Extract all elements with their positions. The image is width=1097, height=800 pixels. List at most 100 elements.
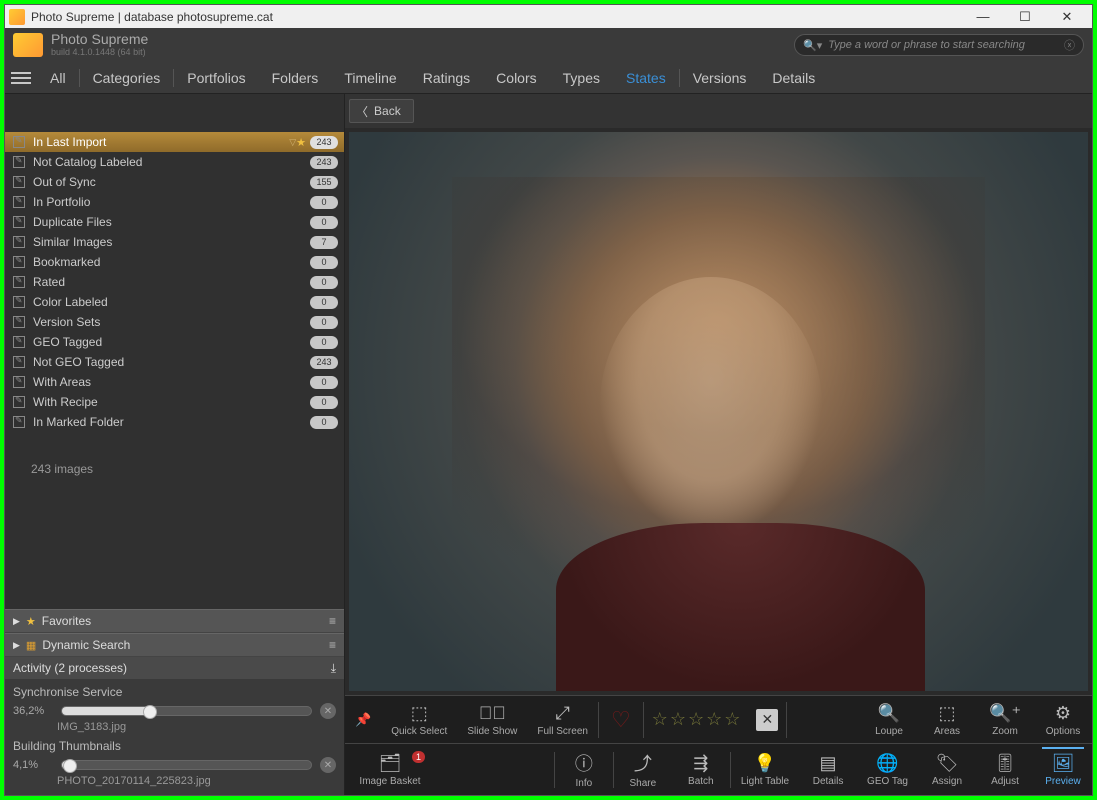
checkbox-icon[interactable]	[13, 216, 25, 228]
state-label: Bookmarked	[33, 255, 310, 269]
tab-states[interactable]: States	[613, 62, 679, 93]
state-row[interactable]: Color Labeled0	[5, 292, 344, 312]
details-button[interactable]: ▤Details	[799, 747, 857, 793]
rating-stars[interactable]: ☆☆☆☆☆	[644, 709, 749, 730]
state-row[interactable]: In Marked Folder0	[5, 412, 344, 432]
search-input[interactable]: 🔍▾ Type a word or phrase to start search…	[794, 34, 1084, 56]
checkbox-icon[interactable]	[13, 296, 25, 308]
activity-1-cancel[interactable]: ✕	[320, 703, 336, 719]
zoom-icon: 🔍⁺	[989, 703, 1021, 724]
favorite-heart-icon[interactable]: ♡	[599, 707, 643, 733]
light-table-button[interactable]: 💡Light Table	[731, 747, 799, 793]
state-row[interactable]: Rated0	[5, 272, 344, 292]
tab-versions[interactable]: Versions	[680, 62, 760, 93]
state-label: Rated	[33, 275, 310, 289]
tab-all[interactable]: All	[37, 62, 79, 93]
hamburger-menu[interactable]	[11, 72, 31, 84]
maximize-button[interactable]: ☐	[1004, 5, 1046, 28]
close-button[interactable]: ✕	[1046, 5, 1088, 28]
pin-icon[interactable]: 📌	[345, 712, 381, 728]
collapse-icon[interactable]: ⤓	[331, 661, 336, 676]
search-icon: 🔍▾	[803, 39, 822, 52]
geo-tag-button[interactable]: 🌐GEO Tag	[857, 747, 918, 793]
checkbox-icon[interactable]	[13, 276, 25, 288]
state-row[interactable]: Bookmarked0	[5, 252, 344, 272]
checkbox-icon[interactable]	[13, 416, 25, 428]
image-viewer[interactable]	[349, 132, 1088, 691]
assign-button[interactable]: 🏷Assign	[918, 747, 976, 793]
state-row[interactable]: With Recipe0	[5, 392, 344, 412]
state-row[interactable]: Not GEO Tagged243	[5, 352, 344, 372]
state-row[interactable]: Version Sets0	[5, 312, 344, 332]
options-button[interactable]: ⚙Options	[1034, 697, 1092, 743]
tab-details[interactable]: Details	[759, 62, 828, 93]
tab-portfolios[interactable]: Portfolios	[174, 62, 258, 93]
tab-categories[interactable]: Categories	[80, 62, 174, 93]
tab-types[interactable]: Types	[550, 62, 613, 93]
star-icon: ★	[296, 136, 306, 149]
areas-button[interactable]: ⬚Areas	[918, 697, 976, 743]
checkbox-icon[interactable]	[13, 196, 25, 208]
activity-1-file: IMG_3183.jpg	[13, 721, 336, 733]
checkbox-icon[interactable]	[13, 316, 25, 328]
minimize-button[interactable]: —	[962, 5, 1004, 28]
state-row[interactable]: GEO Tagged0	[5, 332, 344, 352]
state-row[interactable]: In Portfolio0	[5, 192, 344, 212]
checkbox-icon[interactable]	[13, 336, 25, 348]
play-icon: ▸⃞	[479, 703, 506, 724]
star-3[interactable]: ☆	[688, 709, 704, 730]
activity-panel-header[interactable]: Activity (2 processes) ⤓	[5, 657, 344, 679]
app-name: Photo Supreme	[51, 32, 148, 47]
zoom-button[interactable]: 🔍⁺Zoom	[976, 697, 1034, 743]
tab-timeline[interactable]: Timeline	[331, 62, 409, 93]
state-row[interactable]: Out of Sync155	[5, 172, 344, 192]
checkbox-icon[interactable]	[13, 376, 25, 388]
state-row[interactable]: Not Catalog Labeled243	[5, 152, 344, 172]
tab-ratings[interactable]: Ratings	[410, 62, 483, 93]
state-row[interactable]: In Last Import▽★243	[5, 132, 344, 152]
menu-icon[interactable]: ≡	[329, 614, 336, 628]
state-label: Color Labeled	[33, 295, 310, 309]
basket-icon: 🗂	[379, 753, 402, 774]
toolbar-lower: 🗂Image Basket1 ⓘInfo ⤴Share ⇶Batch 💡Ligh…	[345, 743, 1092, 795]
loupe-button[interactable]: 🔍Loupe	[860, 697, 918, 743]
dynamic-search-panel[interactable]: ▶ ▦ Dynamic Search ≡	[5, 633, 344, 657]
tab-folders[interactable]: Folders	[259, 62, 332, 93]
favorites-panel[interactable]: ▶ ★ Favorites ≡	[5, 609, 344, 633]
full-screen-button[interactable]: ⤢Full Screen	[527, 697, 598, 743]
share-button[interactable]: ⤴Share	[614, 747, 672, 793]
checkbox-icon[interactable]	[13, 396, 25, 408]
image-basket-button[interactable]: 🗂Image Basket1	[345, 747, 435, 793]
star-5[interactable]: ☆	[724, 709, 740, 730]
preview-button[interactable]: 🖼Preview	[1034, 747, 1092, 793]
slide-show-button[interactable]: ▸⃞Slide Show	[457, 697, 527, 743]
batch-button[interactable]: ⇶Batch	[672, 747, 730, 793]
activity-2-cancel[interactable]: ✕	[320, 757, 336, 773]
quick-select-button[interactable]: ⬚Quick Select	[381, 697, 457, 743]
reject-button[interactable]: ✕	[756, 709, 778, 731]
checkbox-icon[interactable]	[13, 356, 25, 368]
light-icon: 💡	[754, 753, 776, 774]
back-label: Back	[374, 104, 401, 118]
checkbox-icon[interactable]	[13, 136, 25, 148]
back-button[interactable]: 〈 Back	[349, 99, 414, 123]
magnify-icon: 🔍	[878, 703, 900, 724]
checkbox-icon[interactable]	[13, 156, 25, 168]
checkbox-icon[interactable]	[13, 236, 25, 248]
menu-icon[interactable]: ≡	[329, 638, 336, 652]
checkbox-icon[interactable]	[13, 176, 25, 188]
activity-1-name: Synchronise Service	[13, 685, 336, 699]
info-button[interactable]: ⓘInfo	[555, 747, 613, 793]
star-2[interactable]: ☆	[670, 709, 686, 730]
clear-search-icon[interactable]: ⓧ	[1064, 37, 1075, 53]
star-4[interactable]: ☆	[706, 709, 722, 730]
adjust-button[interactable]: 🎚Adjust	[976, 747, 1034, 793]
state-row[interactable]: Similar Images7	[5, 232, 344, 252]
state-row[interactable]: With Areas0	[5, 372, 344, 392]
window-title: Photo Supreme | database photosupreme.ca…	[31, 10, 962, 24]
state-row[interactable]: Duplicate Files0	[5, 212, 344, 232]
state-label: Out of Sync	[33, 175, 310, 189]
star-1[interactable]: ☆	[652, 709, 668, 730]
checkbox-icon[interactable]	[13, 256, 25, 268]
tab-colors[interactable]: Colors	[483, 62, 549, 93]
